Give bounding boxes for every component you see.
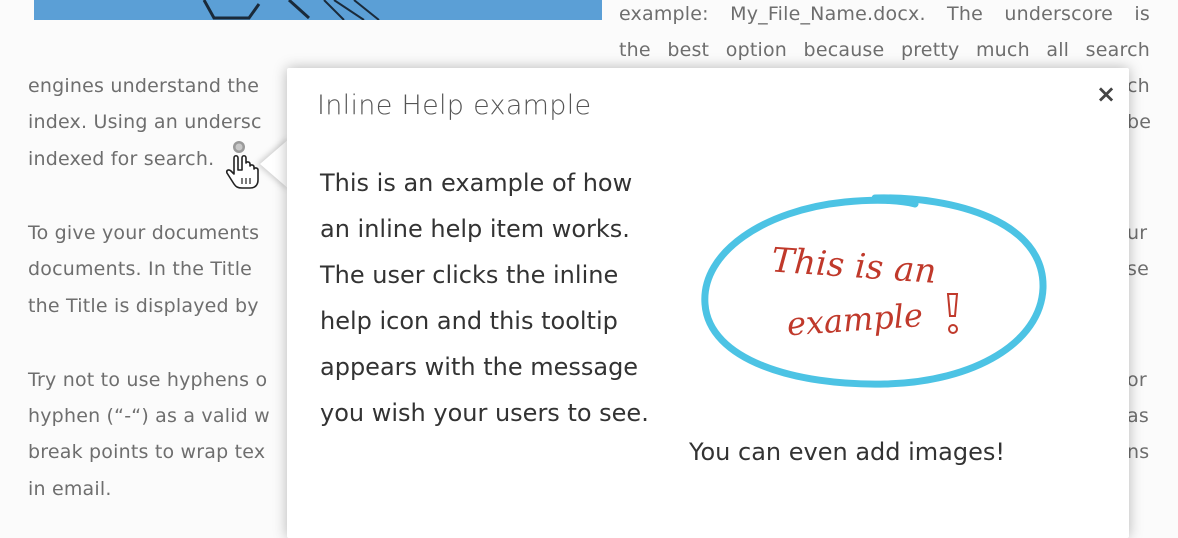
article-fragment: se: [1127, 258, 1149, 280]
article-line: the Title is displayed by: [28, 295, 259, 317]
article-line: index. Using an undersc: [28, 111, 262, 133]
close-icon[interactable]: ×: [1092, 80, 1120, 108]
article-fragment: ch: [1127, 75, 1150, 97]
body-line: This is an example of how: [320, 169, 633, 197]
inline-help-popover: Inline Help example × This is an example…: [287, 68, 1129, 538]
article-fragment: ns: [1127, 441, 1150, 463]
article-line: To give your documents: [28, 222, 260, 244]
article-line: hyphen (“-“) as a valid w: [28, 405, 270, 427]
article-fragment: be: [1127, 111, 1152, 133]
example-image: This is an example: [695, 192, 1055, 402]
article-fragment: ur: [1127, 222, 1148, 244]
body-line: The user clicks the inline: [320, 261, 619, 289]
article-fragment: as: [1127, 405, 1149, 427]
image-caption: You can even add images!: [689, 438, 1005, 466]
article-line: in email.: [28, 478, 112, 500]
body-line: help icon and this tooltip: [320, 307, 618, 335]
article-line: documents. In the Title: [28, 258, 253, 280]
article-line: the best option because pretty much all …: [619, 39, 1150, 61]
article-line: break points to wrap tex: [28, 441, 266, 463]
article-line: Try not to use hyphens o: [28, 369, 268, 391]
article-line: engines understand the: [28, 75, 260, 97]
popover-body: This is an example of how an inline help…: [320, 160, 690, 436]
help-dot-icon[interactable]: [233, 141, 245, 153]
handwritten-text: example: [786, 296, 924, 343]
body-line: you wish your users to see.: [320, 399, 649, 427]
hand-cursor-icon: [226, 154, 259, 189]
article-line: example: My_File_Name.docx. The undersco…: [619, 3, 1150, 25]
popover-arrow: [260, 138, 290, 190]
body-line: an inline help item works.: [320, 215, 630, 243]
popover-title: Inline Help example: [317, 90, 592, 121]
article-fragment: or: [1127, 369, 1147, 391]
inline-help-trigger[interactable]: [222, 140, 262, 190]
hero-image: [34, 0, 602, 20]
article-line: indexed for search.: [28, 148, 215, 170]
handwritten-text: This is an: [770, 241, 937, 292]
body-line: appears with the message: [320, 353, 639, 381]
